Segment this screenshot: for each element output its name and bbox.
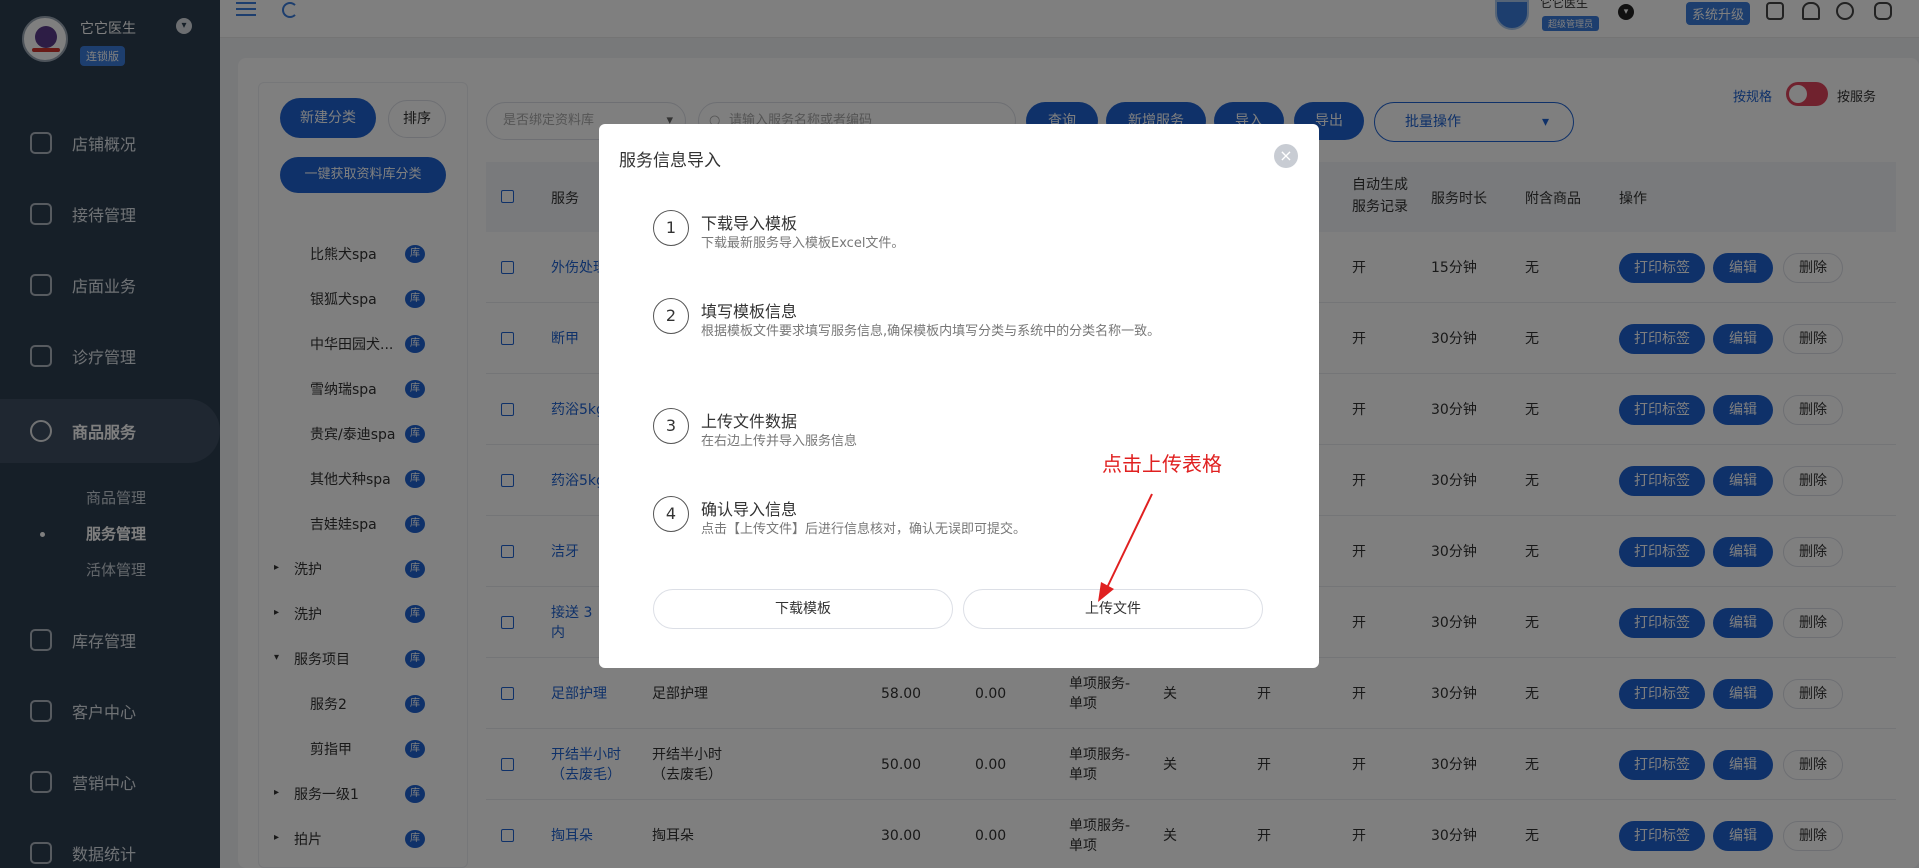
step-title: 确认导入信息 [701,500,798,519]
step-number: 4 [653,496,689,532]
step-description: 下载最新服务导入模板Excel文件。 [701,236,905,251]
download-template-button[interactable]: 下载模板 [653,589,953,629]
annotation-arrow [1098,493,1153,602]
step-number: 2 [653,298,689,334]
step-title: 下载导入模板 [701,214,798,233]
step-description: 根据模板文件要求填写服务信息,确保模板内填写分类与系统中的分类名称一致。 [701,324,1161,339]
arrow-head [1098,582,1114,602]
step-title: 上传文件数据 [701,412,798,431]
modal-title: 服务信息导入 [619,151,721,171]
step-title: 填写模板信息 [701,302,798,321]
step-number: 1 [653,210,689,246]
arrow-line [1103,493,1153,595]
import-modal: 服务信息导入 × 1 下载导入模板 下载最新服务导入模板Excel文件。 2 填… [599,124,1319,668]
annotation-text: 点击上传表格 [1102,452,1222,476]
step-number: 3 [653,408,689,444]
close-icon[interactable]: × [1274,144,1298,168]
